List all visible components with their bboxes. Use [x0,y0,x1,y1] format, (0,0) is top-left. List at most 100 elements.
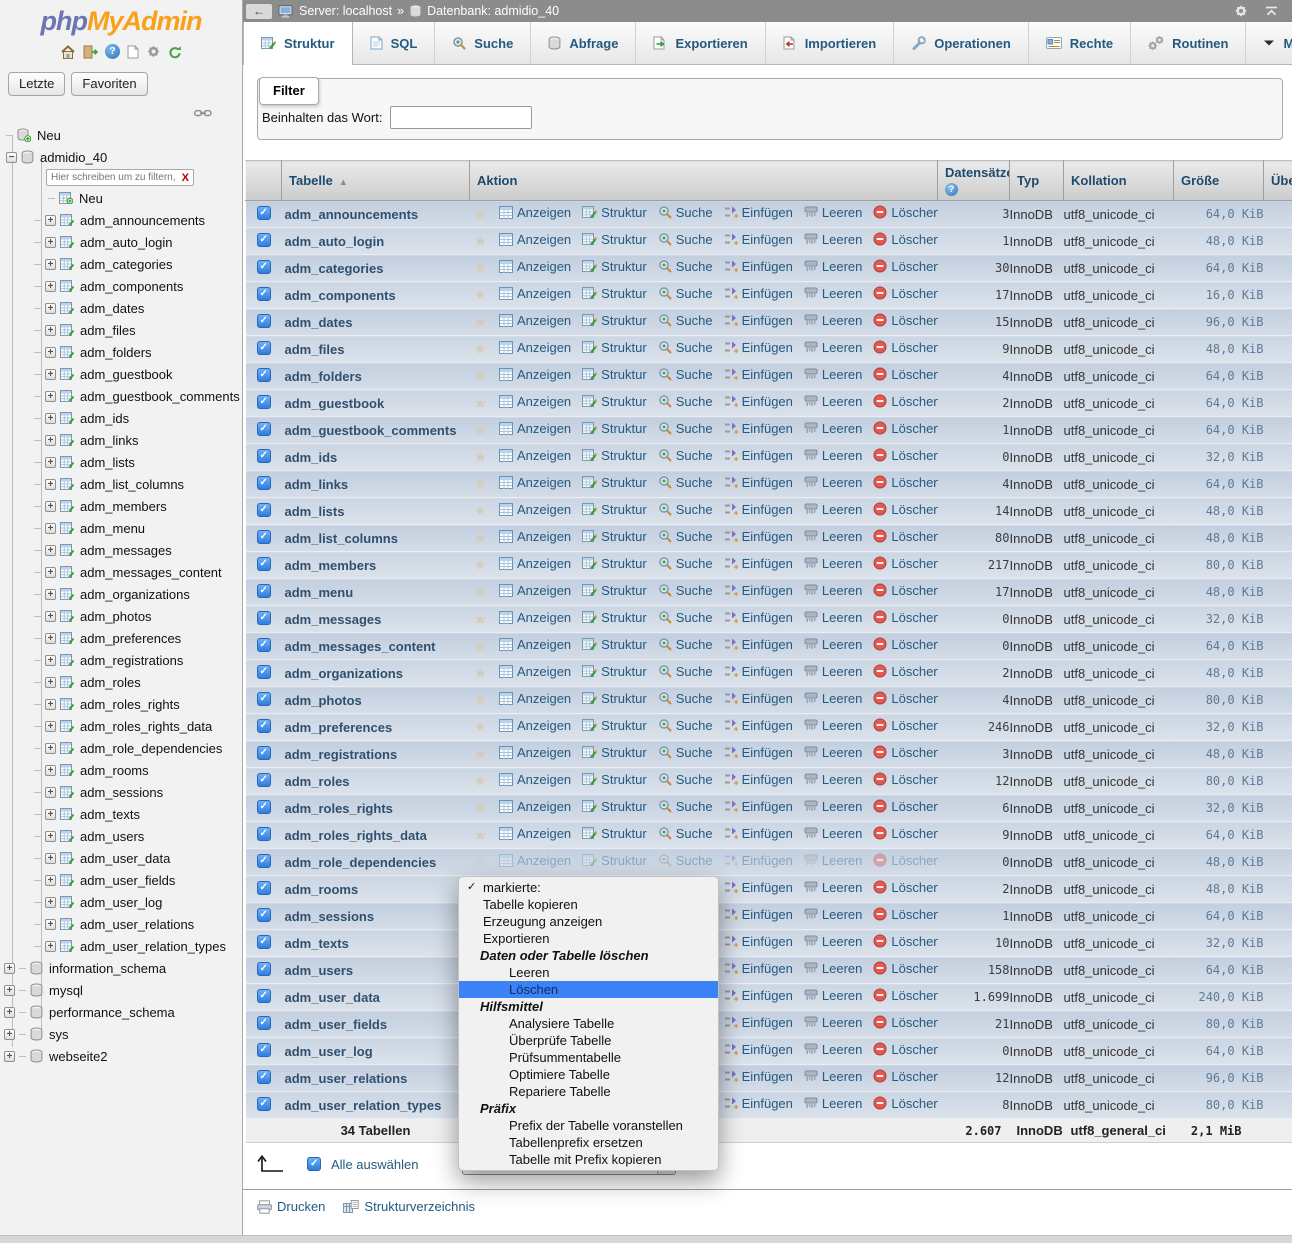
breadcrumb-database-link[interactable]: Datenbank: admidio_40 [427,4,559,18]
action-drop-link[interactable]: Löschen [873,691,937,706]
action-insert-link[interactable]: Einfügen [724,988,793,1003]
action-empty-link[interactable]: Leeren [804,502,862,517]
tree-item-table[interactable]: +adm_user_data [0,847,242,869]
expand-icon[interactable]: + [4,1029,15,1040]
action-search-link[interactable]: Suche [658,556,713,571]
tree-item-database[interactable]: +performance_schema [0,1001,242,1023]
action-browse-link[interactable]: Anzeigen [499,637,571,652]
logout-icon[interactable] [83,45,98,59]
expand-icon[interactable]: + [45,303,56,314]
tree-item-table[interactable]: +adm_lists [0,451,242,473]
tree-item-table[interactable]: +adm_links [0,429,242,451]
action-drop-link[interactable]: Löschen [873,799,937,814]
tree-item-table[interactable]: +adm_auto_login [0,231,242,253]
action-empty-link[interactable]: Leeren [804,1015,862,1030]
table-name-link[interactable]: adm_user_fields [282,1017,388,1032]
favorite-star-icon[interactable]: ★ [474,719,487,736]
expand-icon[interactable]: + [45,523,56,534]
tab-sql[interactable]: SQL [353,22,436,64]
action-browse-link[interactable]: Anzeigen [499,529,571,544]
action-empty-link[interactable]: Leeren [804,880,862,895]
action-insert-link[interactable]: Einfügen [724,664,793,679]
expand-icon[interactable]: + [45,237,56,248]
action-insert-link[interactable]: Einfügen [724,1015,793,1030]
tab-exportieren[interactable]: Exportieren [636,22,765,64]
tree-item-table[interactable]: +adm_menu [0,517,242,539]
action-insert-link[interactable]: Einfügen [724,529,793,544]
collapse-icon[interactable]: − [6,152,17,163]
action-empty-link[interactable]: Leeren [804,799,862,814]
action-drop-link[interactable]: Löschen [873,772,937,787]
expand-icon[interactable]: + [45,589,56,600]
action-structure-link[interactable]: Struktur [582,421,647,436]
action-browse-link[interactable]: Anzeigen [499,664,571,679]
action-empty-link[interactable]: Leeren [804,934,862,949]
tab-struktur[interactable]: Struktur [243,22,353,65]
table-name-link[interactable]: adm_lists [282,504,345,519]
favorite-star-icon[interactable]: ★ [474,746,487,763]
row-checkbox[interactable] [257,314,271,328]
action-insert-link[interactable]: Einfügen [724,745,793,760]
action-empty-link[interactable]: Leeren [804,259,862,274]
action-insert-link[interactable]: Einfügen [724,610,793,625]
action-drop-link[interactable]: Löschen [873,556,937,571]
expand-icon[interactable]: + [4,963,15,974]
action-search-link[interactable]: Suche [658,583,713,598]
action-structure-link[interactable]: Struktur [582,475,647,490]
tree-item-table[interactable]: +adm_rooms [0,759,242,781]
action-drop-link[interactable]: Löschen [873,475,937,490]
action-search-link[interactable]: Suche [658,340,713,355]
action-insert-link[interactable]: Einfügen [724,853,793,868]
action-browse-link[interactable]: Anzeigen [499,259,571,274]
action-empty-link[interactable]: Leeren [804,583,862,598]
expand-icon[interactable]: + [45,413,56,424]
action-drop-link[interactable]: Löschen [873,907,937,922]
expand-icon[interactable]: + [4,1007,15,1018]
action-insert-link[interactable]: Einfügen [724,394,793,409]
favorite-star-icon[interactable]: ★ [474,827,487,844]
favorite-star-icon[interactable]: ★ [474,341,487,358]
tree-item-table[interactable]: +adm_roles_rights [0,693,242,715]
tab-routinen[interactable]: Routinen [1131,22,1246,64]
tree-item-table[interactable]: +adm_members [0,495,242,517]
action-drop-link[interactable]: Löschen [873,745,937,760]
tree-item-table[interactable]: +adm_preferences [0,627,242,649]
action-search-link[interactable]: Suche [658,259,713,274]
action-insert-link[interactable]: Einfügen [724,286,793,301]
row-checkbox[interactable] [257,719,271,733]
row-checkbox[interactable] [257,665,271,679]
menu-item-repariere-tabelle[interactable]: Repariere Tabelle [459,1083,718,1100]
action-browse-link[interactable]: Anzeigen [499,286,571,301]
action-drop-link[interactable]: Löschen [873,826,937,841]
reload-icon[interactable] [168,45,182,59]
action-insert-link[interactable]: Einfügen [724,691,793,706]
structure-directory-link[interactable]: Strukturverzeichnis [343,1199,475,1214]
row-checkbox[interactable] [257,584,271,598]
tree-item-table[interactable]: +adm_messages [0,539,242,561]
action-structure-link[interactable]: Struktur [582,610,647,625]
tab-suche[interactable]: Suche [435,22,531,64]
action-empty-link[interactable]: Leeren [804,421,862,436]
action-search-link[interactable]: Suche [658,286,713,301]
back-button[interactable]: ← [246,4,272,19]
table-name-link[interactable]: adm_sessions [282,909,375,924]
menu-item-löschen[interactable]: Löschen [459,981,718,998]
action-drop-link[interactable]: Löschen [873,610,937,625]
action-drop-link[interactable]: Löschen [873,313,937,328]
favorite-star-icon[interactable]: ★ [474,368,487,385]
action-insert-link[interactable]: Einfügen [724,313,793,328]
row-checkbox[interactable] [257,206,271,220]
table-name-link[interactable]: adm_organizations [282,666,403,681]
action-structure-link[interactable]: Struktur [582,529,647,544]
expand-icon[interactable]: + [45,919,56,930]
action-structure-link[interactable]: Struktur [582,313,647,328]
action-empty-link[interactable]: Leeren [804,772,862,787]
tab-importieren[interactable]: Importieren [766,22,895,64]
action-search-link[interactable]: Suche [658,718,713,733]
action-drop-link[interactable]: Löschen [873,1042,937,1057]
action-insert-link[interactable]: Einfügen [724,961,793,976]
row-checkbox[interactable] [257,557,271,571]
table-name-link[interactable]: adm_categories [282,261,384,276]
expand-icon[interactable]: + [45,721,56,732]
menu-item-analysiere-tabelle[interactable]: Analysiere Tabelle [459,1015,718,1032]
